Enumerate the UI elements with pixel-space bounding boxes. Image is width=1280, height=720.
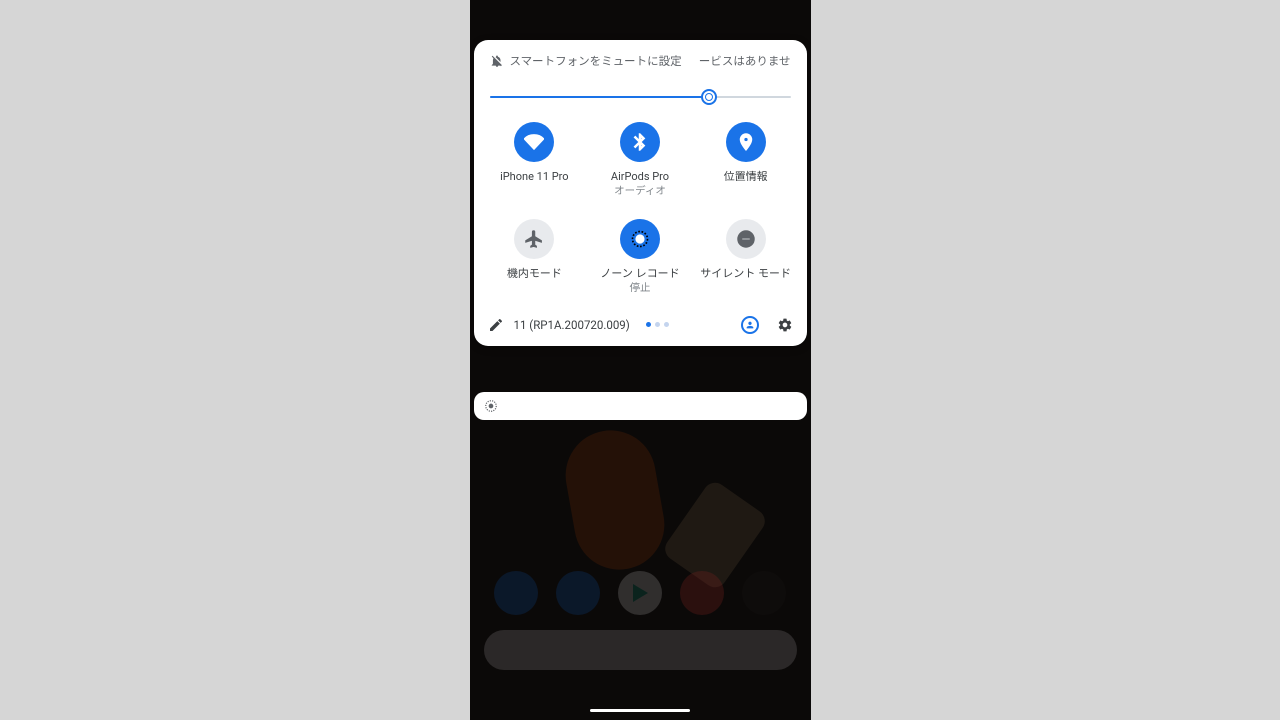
user-switch-icon[interactable] xyxy=(741,316,759,334)
page-dot-3 xyxy=(664,322,669,327)
screen-record-notif-icon xyxy=(484,399,498,413)
tile-airplane[interactable]: 機内モード xyxy=(482,219,588,294)
edit-icon[interactable] xyxy=(488,317,504,333)
gesture-nav-bar[interactable] xyxy=(590,709,690,712)
wifi-icon xyxy=(514,122,554,162)
tile-label: 機内モード xyxy=(507,267,562,281)
tile-label: ノーン レコード xyxy=(600,267,679,281)
qs-header: スマートフォンをミュートに設定 ービスはありませ xyxy=(474,50,807,72)
tile-label: AirPods Pro xyxy=(611,170,669,184)
page-dots xyxy=(646,322,669,327)
brightness-thumb-icon[interactable] xyxy=(701,89,717,105)
tile-screen-record[interactable]: ノーン レコード停止 xyxy=(587,219,693,294)
brightness-slider[interactable] xyxy=(474,72,807,112)
mute-bell-icon xyxy=(490,54,504,68)
airplane-icon xyxy=(514,219,554,259)
tile-label: サイレント モード xyxy=(700,267,791,281)
tile-label: iPhone 11 Pro xyxy=(500,170,569,184)
page-dot-2 xyxy=(655,322,660,327)
quick-settings-panel: スマートフォンをミュートに設定 ービスはありませ iPhone 11 Pro Ai… xyxy=(474,40,807,346)
qs-tiles-grid: iPhone 11 ProAirPods Proオーディオ位置情報機内モードノー… xyxy=(474,112,807,302)
page-dot-1 xyxy=(646,322,651,327)
tile-wifi[interactable]: iPhone 11 Pro xyxy=(482,122,588,197)
qs-header-left[interactable]: スマートフォンをミュートに設定 xyxy=(490,53,682,69)
qs-footer: 11 (RP1A.200720.009) xyxy=(474,302,807,346)
tile-label: 位置情報 xyxy=(724,170,768,184)
tile-bluetooth[interactable]: AirPods Proオーディオ xyxy=(587,122,693,197)
tile-sublabel: オーディオ xyxy=(614,184,666,197)
tile-dnd[interactable]: サイレント モード xyxy=(693,219,799,294)
tile-sublabel: 停止 xyxy=(629,281,650,294)
tile-location[interactable]: 位置情報 xyxy=(693,122,799,197)
bluetooth-icon xyxy=(620,122,660,162)
notification-row[interactable] xyxy=(474,392,807,420)
screen-record-icon xyxy=(620,219,660,259)
dnd-icon xyxy=(726,219,766,259)
build-label: 11 (RP1A.200720.009) xyxy=(514,318,630,332)
qs-carrier-label: ービスはありませ xyxy=(699,53,791,69)
qs-mute-label: スマートフォンをミュートに設定 xyxy=(510,53,682,69)
phone-frame: 17:25 スマートフォンをミュートに設定 ービスはありませ iPhone 11… xyxy=(470,0,811,720)
location-icon xyxy=(726,122,766,162)
settings-icon[interactable] xyxy=(777,317,793,333)
